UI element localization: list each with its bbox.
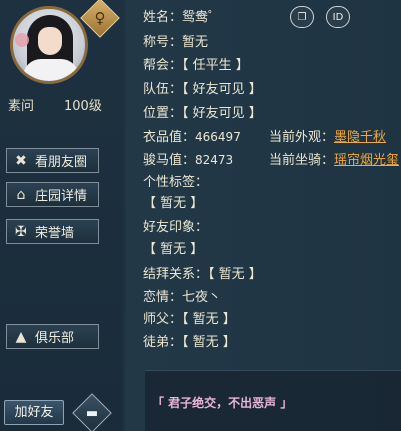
tags-value: 【 暂无 】 bbox=[143, 196, 204, 211]
id-button[interactable]: ID bbox=[326, 6, 350, 28]
apprentice-value: 【 暂无 】 bbox=[182, 335, 236, 350]
manor-details-button[interactable]: ⌂ 庄园详情 bbox=[6, 182, 99, 207]
love-value[interactable]: 七夜丶 bbox=[182, 290, 221, 305]
location-label: 位置： bbox=[143, 106, 183, 121]
master-value: 【 暂无 】 bbox=[182, 312, 236, 327]
add-friend-button[interactable]: 加好友 bbox=[4, 400, 64, 425]
master-row: 师父：【 暂无 】 bbox=[143, 308, 236, 327]
avatar-flower bbox=[15, 33, 29, 47]
impression-value: 【 暂无 】 bbox=[143, 242, 204, 257]
location-row: 位置：【 好友可见 】 bbox=[143, 102, 262, 121]
mount-score-label: 骏马值： bbox=[143, 153, 196, 168]
team-label: 队伍： bbox=[143, 82, 183, 97]
title-label: 称号： bbox=[143, 35, 183, 50]
sworn-value: 【 暂无 】 bbox=[208, 267, 262, 282]
sworn-row: 结拜关系：【 暂无 】 bbox=[143, 263, 262, 282]
copy-document-button[interactable]: ❐ bbox=[290, 6, 314, 28]
current-mount-label: 当前坐骑： bbox=[269, 153, 335, 168]
love-row: 恋情：七夜丶 bbox=[143, 286, 221, 305]
master-label: 师父： bbox=[143, 312, 183, 327]
name-row: 姓名：鸳鸯゜ bbox=[143, 6, 221, 25]
motto-text: 「 君子绝交，不出恶声 」 bbox=[152, 396, 293, 410]
manor-icon: ⌂ bbox=[16, 186, 26, 203]
name-label: 姓名： bbox=[143, 10, 183, 25]
copy-document-icon: ❐ bbox=[297, 11, 307, 23]
mount-score-row: 骏马值：82473 bbox=[143, 149, 233, 168]
view-moments-label: 看朋友圈 bbox=[35, 155, 88, 170]
club-icon: ▲ bbox=[15, 328, 27, 345]
club-button[interactable]: ▲ 俱乐部 bbox=[6, 324, 99, 349]
guild-label: 帮会： bbox=[143, 58, 183, 73]
impression-label: 好友印象： bbox=[143, 220, 209, 235]
current-look-row: 当前外观：墨隐千秋 bbox=[269, 126, 386, 145]
avatar[interactable] bbox=[10, 6, 88, 84]
outfit-score-row: 衣品值：466497 bbox=[143, 126, 241, 145]
honor-wall-button[interactable]: ✠ 荣誉墙 bbox=[6, 219, 99, 244]
manor-details-label: 庄园详情 bbox=[35, 189, 88, 204]
name-value: 鸳鸯゜ bbox=[182, 10, 222, 25]
honor-wall-label: 荣誉墙 bbox=[35, 226, 75, 241]
view-moments-icon: ✖ bbox=[15, 152, 27, 169]
team-row: 队伍：【 好友可见 】 bbox=[143, 78, 262, 97]
outfit-score-value: 466497 bbox=[195, 130, 241, 144]
tags-label: 个性标签： bbox=[143, 175, 209, 190]
avatar-robe bbox=[23, 59, 79, 81]
id-label: ID bbox=[332, 11, 344, 23]
avatar-face bbox=[38, 27, 62, 55]
apprentice-label: 徒弟： bbox=[143, 335, 183, 350]
character-level: 100级 bbox=[64, 99, 102, 114]
apprentice-row: 徒弟：【 暂无 】 bbox=[143, 331, 236, 350]
guild-value[interactable]: 【 任平生 】 bbox=[182, 58, 249, 73]
current-look-link[interactable]: 墨隐千秋 bbox=[334, 130, 386, 145]
chat-bubble-icon: ▬ bbox=[85, 405, 99, 421]
location-value: 【 好友可见 】 bbox=[182, 106, 262, 121]
title-value: 暂无 bbox=[182, 35, 209, 50]
honor-wall-icon: ✠ bbox=[15, 223, 27, 240]
guild-row: 帮会：【 任平生 】 bbox=[143, 54, 249, 73]
title-row: 称号：暂无 bbox=[143, 31, 208, 50]
outfit-score-label: 衣品值： bbox=[143, 130, 196, 145]
current-mount-row: 当前坐骑：瑶帘烟光玺 bbox=[269, 149, 399, 168]
view-moments-button[interactable]: ✖ 看朋友圈 bbox=[6, 148, 99, 173]
current-mount-link[interactable]: 瑶帘烟光玺 bbox=[334, 153, 399, 168]
character-name: 素问 bbox=[8, 99, 35, 114]
current-look-label: 当前外观： bbox=[269, 130, 335, 145]
team-value: 【 好友可见 】 bbox=[182, 82, 262, 97]
love-label: 恋情： bbox=[143, 290, 183, 305]
club-label: 俱乐部 bbox=[35, 331, 75, 346]
sworn-label: 结拜关系： bbox=[143, 267, 209, 282]
mount-score-value: 82473 bbox=[195, 153, 234, 167]
info-panel: 姓名：鸳鸯゜ 称号：暂无 帮会：【 任平生 】 队伍：【 好友可见 】 位置：【… bbox=[143, 0, 401, 431]
